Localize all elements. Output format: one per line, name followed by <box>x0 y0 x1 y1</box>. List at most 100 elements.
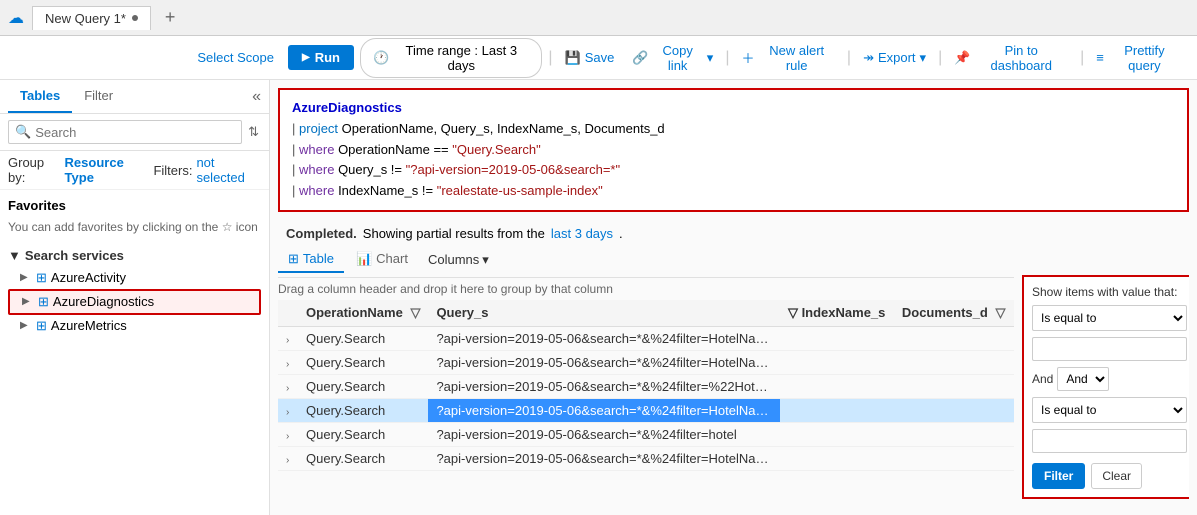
separator4: | <box>938 49 942 67</box>
export-chevron-icon: ▾ <box>920 50 927 66</box>
chevron-down-icon-ss: ▼ <box>8 248 21 263</box>
columns-button[interactable]: Columns ▾ <box>420 248 497 272</box>
results-tabs: ⊞ Table 📊 Chart Columns ▾ <box>278 247 1014 278</box>
columns-label: Columns <box>428 252 479 267</box>
cell-index <box>780 422 894 446</box>
export-button[interactable]: ↠ Export ▾ <box>857 46 932 70</box>
tab-table[interactable]: ⊞ Table <box>278 247 344 273</box>
tree-item-azure-diagnostics[interactable]: ▶ ⊞ AzureDiagnostics <box>8 289 261 315</box>
cell-index <box>780 326 894 350</box>
tab-new-query[interactable]: New Query 1* <box>32 6 151 30</box>
new-alert-button[interactable]: ＋ New alert rule <box>735 39 840 77</box>
cell-documents <box>894 350 1014 374</box>
columns-chevron-icon: ▾ <box>482 252 489 268</box>
separator2: | <box>725 49 729 67</box>
row-expand-btn[interactable]: › <box>286 455 289 466</box>
group-by-bar: Group by: Resource Type Filters: not sel… <box>0 151 269 190</box>
add-tab-button[interactable]: + <box>159 5 182 30</box>
search-services-title: ▼ Search services <box>8 248 261 263</box>
group-by-value[interactable]: Resource Type <box>65 155 150 185</box>
select-scope-button[interactable]: Select Scope <box>191 46 280 69</box>
toolbar-left: Select Scope <box>10 46 280 69</box>
separator5: | <box>1080 49 1084 67</box>
row-expand-btn[interactable]: › <box>286 383 289 394</box>
row-expand-btn[interactable]: › <box>286 359 289 370</box>
status-bar: Completed. Showing partial results from … <box>270 220 1197 247</box>
save-icon: 💾 <box>565 50 581 66</box>
chart-tab-icon: 📊 <box>356 251 372 267</box>
prettify-button[interactable]: ≡ Prettify query <box>1090 39 1187 77</box>
cell-query-s: ?api-version=2019-05-06&search=*&%24filt… <box>428 350 780 374</box>
run-label: Run <box>315 50 340 65</box>
filter-index-icon[interactable]: ▽ <box>788 305 798 320</box>
th-expand <box>278 300 298 327</box>
tree-label-activity: AzureActivity <box>51 270 126 285</box>
filter-value1-input[interactable] <box>1032 337 1187 361</box>
content-area: AzureDiagnostics | project OperationName… <box>270 80 1197 515</box>
tree-item-azure-activity[interactable]: ▶ ⊞ AzureActivity <box>8 267 261 289</box>
filter-buttons: Filter Clear <box>1032 463 1187 489</box>
sidebar-tab-tables[interactable]: Tables <box>8 80 72 113</box>
filters-value[interactable]: not selected <box>196 155 261 185</box>
table-row: › Query.Search ?api-version=2019-05-06&s… <box>278 446 1014 470</box>
tab-chart[interactable]: 📊 Chart <box>346 247 418 273</box>
tree-item-azure-metrics[interactable]: ▶ ⊞ AzureMetrics <box>8 315 261 337</box>
clock-icon: 🕐 <box>373 50 389 66</box>
query-editor[interactable]: AzureDiagnostics | project OperationName… <box>278 88 1189 212</box>
toolbar: Select Scope ▶ Run 🕐 Time range : Last 3… <box>0 36 1197 80</box>
filter-condition1-select[interactable]: Is equal toIs not equal toContainsDoes n… <box>1032 305 1187 331</box>
save-button[interactable]: 💾 Save <box>559 46 621 70</box>
th-query-s[interactable]: Query_s <box>428 300 780 327</box>
link-icon: 🔗 <box>632 50 648 66</box>
sidebar: Tables Filter « 🔍 ⇅ Group by: Resource T… <box>0 80 270 515</box>
filter-sort-button[interactable]: ⇅ <box>246 122 261 142</box>
favorites-title: Favorites <box>8 198 261 213</box>
cell-operation: Query.Search <box>298 422 428 446</box>
separator3: | <box>847 49 851 67</box>
table-row: › Query.Search ?api-version=2019-05-06&s… <box>278 326 1014 350</box>
filter-clear-button[interactable]: Clear <box>1091 463 1142 489</box>
row-expand-btn[interactable]: › <box>286 407 289 418</box>
cell-documents <box>894 374 1014 398</box>
filter-and-select[interactable]: And Or <box>1057 367 1109 391</box>
table-icon-metrics: ⊞ <box>36 318 47 334</box>
sidebar-controls: 🔍 ⇅ <box>0 114 269 151</box>
th-index-name[interactable]: ▽ IndexName_s <box>780 300 894 327</box>
filters-label: Filters: <box>153 163 192 178</box>
cell-index <box>780 350 894 374</box>
filter-value2-input[interactable] <box>1032 429 1187 453</box>
cell-documents <box>894 422 1014 446</box>
cell-index <box>780 374 894 398</box>
row-expand-btn[interactable]: › <box>286 431 289 442</box>
cell-index <box>780 398 894 422</box>
separator1: | <box>548 49 552 67</box>
run-button[interactable]: ▶ Run <box>288 45 354 70</box>
data-table: OperationName ▽ Query_s ▽ IndexName_s <box>278 300 1014 471</box>
cell-operation: Query.Search <box>298 446 428 470</box>
tab-modified-indicator <box>132 15 138 21</box>
table-icon-activity: ⊞ <box>36 270 47 286</box>
filter-documents-icon[interactable]: ▽ <box>995 305 1005 320</box>
time-range-button[interactable]: 🕐 Time range : Last 3 days <box>360 38 542 78</box>
pin-dashboard-button[interactable]: 📌 Pin to dashboard <box>948 39 1074 77</box>
copy-link-button[interactable]: 🔗 Copy link ▾ <box>626 39 719 77</box>
row-expand-btn[interactable]: › <box>286 335 289 346</box>
table-row: › Query.Search ?api-version=2019-05-06&s… <box>278 422 1014 446</box>
filter-apply-button[interactable]: Filter <box>1032 463 1085 489</box>
title-bar: ☁ New Query 1* + <box>0 0 1197 36</box>
search-box[interactable]: 🔍 <box>8 120 242 144</box>
tree-toggle-metrics: ▶ <box>20 320 32 331</box>
sidebar-tab-filter[interactable]: Filter <box>72 80 125 113</box>
filter-operation-icon[interactable]: ▽ <box>410 305 420 320</box>
search-input[interactable] <box>35 125 235 140</box>
th-documents-d[interactable]: Documents_d ▽ <box>894 300 1014 327</box>
status-days-link[interactable]: last 3 days <box>551 226 613 241</box>
filter-condition2-select[interactable]: Is equal toIs not equal toContainsDoes n… <box>1032 397 1187 423</box>
filter-and-label: And <box>1032 372 1053 386</box>
cell-operation: Query.Search <box>298 374 428 398</box>
th-operation-name[interactable]: OperationName ▽ <box>298 300 428 327</box>
time-range-label: Time range : Last 3 days <box>393 43 529 73</box>
sidebar-collapse-button[interactable]: « <box>252 80 261 113</box>
prettify-icon: ≡ <box>1096 50 1104 65</box>
toolbar-right: ▶ Run 🕐 Time range : Last 3 days | 💾 Sav… <box>288 38 1187 78</box>
